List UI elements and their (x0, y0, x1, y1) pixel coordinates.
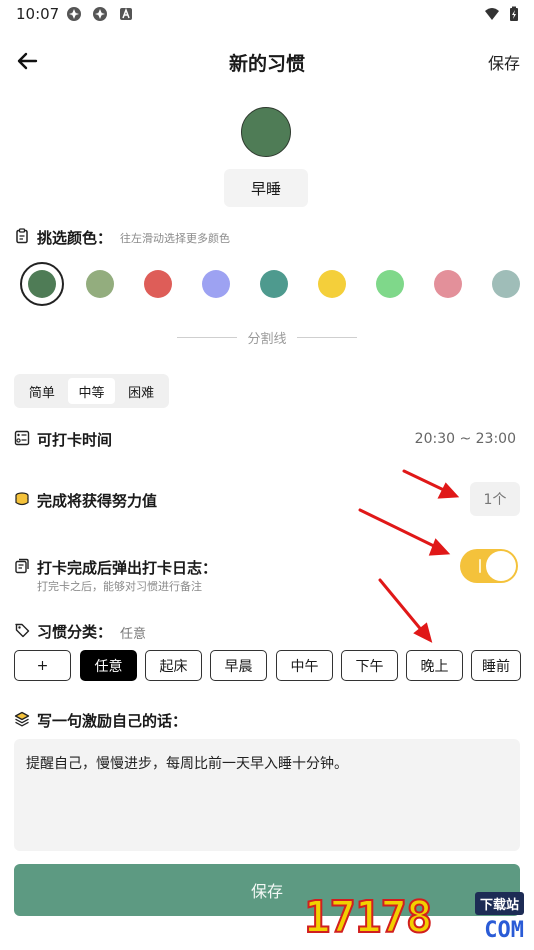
annotation-arrowhead (428, 538, 451, 556)
annotation-arrow (358, 508, 440, 550)
checkin-time-value[interactable]: 20:30 ~ 23:00 (415, 431, 516, 447)
color-section-label: 挑选颜色： (37, 229, 113, 247)
toggle-knob (486, 551, 516, 581)
color-swatch[interactable] (202, 270, 230, 298)
watermark-tag: 下载站 (474, 892, 524, 915)
annotation-arrowhead (413, 622, 433, 643)
color-swatch[interactable] (86, 270, 114, 298)
toggle-on-indicator (479, 559, 481, 573)
motto-textarea[interactable]: 提醒自己，慢慢进步，每周比前一天早入睡十分钟。 (14, 739, 520, 851)
divider: 分割线 (0, 328, 534, 347)
site-watermark: 17178 下载站 COM (303, 884, 524, 946)
color-swatch[interactable] (28, 270, 56, 298)
app-notification-icon (66, 6, 82, 22)
category-chip[interactable]: 中午 (276, 650, 333, 681)
app-notification-icon (92, 6, 108, 22)
text-notification-icon (118, 6, 134, 22)
annotation-arrowhead (437, 482, 460, 499)
difficulty-selector: 简单 中等 困难 (14, 374, 169, 408)
add-category-button[interactable]: + (14, 650, 71, 681)
category-current: 任意 (120, 627, 147, 642)
category-chip[interactable]: 早晨 (210, 650, 267, 681)
motto-label: 写一句激励自己的话： (37, 712, 188, 730)
coins-icon (14, 491, 30, 507)
habit-name-field[interactable]: 早睡 (224, 169, 308, 207)
category-chip[interactable]: 任意 (80, 650, 137, 681)
difficulty-easy[interactable]: 简单 (18, 378, 66, 404)
log-popup-hint: 打完卡之后，能够对习惯进行备注 (37, 580, 202, 593)
schedule-list-icon (14, 430, 30, 446)
watermark-number: 17178 (303, 891, 433, 944)
log-copy-icon (14, 558, 30, 574)
category-chip[interactable]: 下午 (341, 650, 398, 681)
category-chip[interactable]: 起床 (145, 650, 202, 681)
annotation-arrow (378, 578, 425, 634)
layers-icon (14, 711, 30, 727)
category-chip[interactable]: 睡前 (471, 650, 521, 681)
save-button-top[interactable]: 保存 (488, 50, 520, 74)
tag-icon (14, 622, 30, 638)
wifi-icon (484, 6, 500, 22)
log-popup-label: 打卡完成后弹出打卡日志： (37, 559, 218, 577)
status-time: 10:07 (16, 5, 60, 23)
divider-label: 分割线 (247, 332, 287, 347)
habit-color-preview (241, 107, 291, 157)
annotation-arrow (402, 469, 450, 494)
difficulty-hard[interactable]: 困难 (117, 378, 165, 404)
battery-icon (506, 6, 522, 22)
category-chip[interactable]: 晚上 (406, 650, 463, 681)
color-swatch[interactable] (492, 270, 520, 298)
points-value-button[interactable]: 1个 (470, 482, 520, 516)
divider-line (177, 337, 238, 338)
color-swatch[interactable] (376, 270, 404, 298)
color-section-hint: 往左滑动选择更多颜色 (120, 232, 230, 245)
category-label: 习惯分类： (37, 623, 113, 641)
watermark-domain: COM (484, 918, 524, 943)
log-popup-toggle[interactable] (460, 549, 518, 583)
checkin-time-label: 可打卡时间 (37, 431, 113, 449)
difficulty-medium[interactable]: 中等 (67, 378, 116, 404)
divider-line (296, 337, 357, 338)
color-swatch[interactable] (318, 270, 346, 298)
color-swatch[interactable] (144, 270, 172, 298)
clipboard-icon (14, 228, 30, 244)
color-swatch[interactable] (434, 270, 462, 298)
color-swatch[interactable] (260, 270, 288, 298)
points-label: 完成将获得努力值 (37, 492, 158, 510)
page-title: 新的习惯 (228, 53, 305, 75)
